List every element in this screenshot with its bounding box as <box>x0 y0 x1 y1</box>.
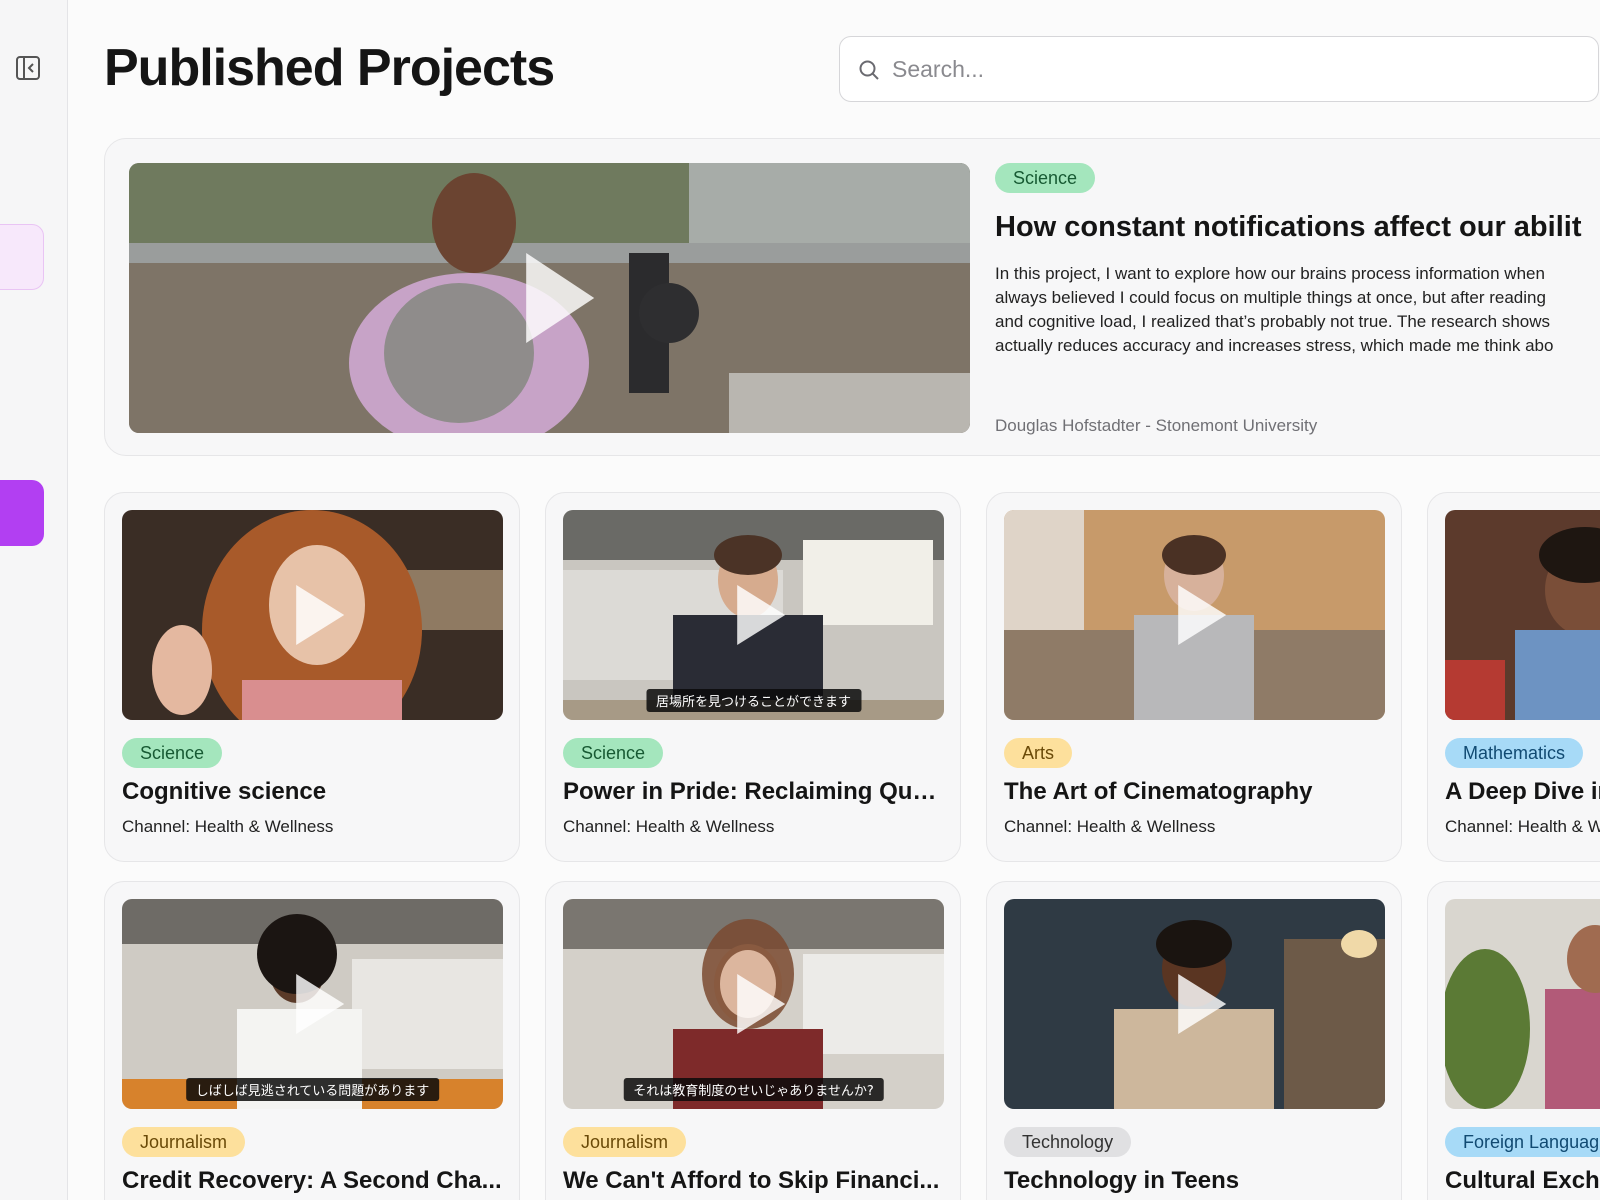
project-card[interactable]: Arts The Art of Cinematography Channel: … <box>986 492 1402 862</box>
project-card[interactable]: それは教育制度のせいじゃありませんか? Journalism We Can't … <box>545 881 961 1200</box>
video-thumbnail[interactable] <box>1445 510 1600 720</box>
project-card[interactable]: Mathematics A Deep Dive in Channel: Heal… <box>1427 492 1600 862</box>
featured-author: Douglas Hofstadter - Stonemont Universit… <box>995 416 1318 435</box>
category-badge: Science <box>995 163 1096 193</box>
play-icon[interactable] <box>736 974 785 1034</box>
search-input[interactable] <box>892 49 1572 89</box>
play-icon[interactable] <box>1177 974 1226 1034</box>
collapse-sidebar-icon[interactable] <box>14 54 42 82</box>
video-thumbnail[interactable] <box>1004 510 1385 720</box>
category-badge: Mathematics <box>1445 738 1584 768</box>
card-channel: Channel: Health & W <box>1445 817 1600 836</box>
project-card[interactable]: Technology Technology in Teens <box>986 881 1402 1200</box>
video-frame-image <box>1445 899 1600 1109</box>
play-icon[interactable] <box>295 974 344 1034</box>
card-title[interactable]: We Can't Afford to Skip Financi... <box>563 1167 944 1195</box>
card-title[interactable]: Cultural Excha <box>1445 1167 1600 1195</box>
video-thumbnail[interactable] <box>1004 899 1385 1109</box>
main-content: Published Projects Scie <box>68 0 1600 1200</box>
category-badge: Science <box>122 738 223 768</box>
play-icon[interactable] <box>1177 585 1226 645</box>
card-channel: Channel: Health & Wellness <box>1004 817 1216 836</box>
featured-description: In this project, I want to explore how o… <box>995 264 1554 355</box>
video-frame-image <box>1445 510 1600 720</box>
play-icon[interactable] <box>295 585 344 645</box>
video-thumbnail[interactable] <box>1445 899 1600 1109</box>
sidebar-nav-item-active[interactable] <box>0 480 44 546</box>
card-title[interactable]: A Deep Dive in <box>1445 778 1600 806</box>
category-badge: Science <box>563 738 664 768</box>
category-badge: Journalism <box>122 1127 246 1157</box>
featured-title[interactable]: How constant notifications affect our ab… <box>995 211 1600 244</box>
card-title[interactable]: Cognitive science <box>122 778 503 806</box>
category-badge: Arts <box>1004 738 1073 768</box>
video-thumbnail[interactable]: しばしば見逃されている問題があります <box>122 899 503 1109</box>
video-thumbnail[interactable] <box>122 510 503 720</box>
card-title[interactable]: Credit Recovery: A Second Cha... <box>122 1167 503 1195</box>
card-title[interactable]: The Art of Cinematography <box>1004 778 1385 806</box>
video-thumbnail[interactable]: それは教育制度のせいじゃありませんか? <box>563 899 944 1109</box>
category-badge: Technology <box>1004 1127 1132 1157</box>
project-card[interactable]: Science Cognitive science Channel: Healt… <box>104 492 520 862</box>
featured-info: Science How constant notifications affec… <box>995 163 1600 436</box>
play-icon[interactable] <box>525 253 594 343</box>
project-card[interactable]: 居場所を見つけることができます Science Power in Pride: … <box>545 492 961 862</box>
card-channel: Channel: Health & Wellness <box>122 817 334 836</box>
video-thumbnail[interactable]: 居場所を見つけることができます <box>563 510 944 720</box>
card-title[interactable]: Power in Pride: Reclaiming Que... <box>563 778 944 806</box>
video-caption: しばしば見逃されている問題があります <box>185 1078 440 1101</box>
video-caption: 居場所を見つけることができます <box>645 689 862 712</box>
sidebar <box>0 0 68 1200</box>
card-channel: Channel: Health & Wellness <box>563 817 775 836</box>
search-icon <box>859 60 879 80</box>
video-caption: それは教育制度のせいじゃありませんか? <box>623 1078 884 1101</box>
project-card[interactable]: しばしば見逃されている問題があります Journalism Credit Rec… <box>104 881 520 1200</box>
featured-video-thumbnail[interactable] <box>129 163 970 433</box>
sidebar-nav-item[interactable] <box>0 224 44 290</box>
category-badge: Journalism <box>563 1127 687 1157</box>
project-card[interactable]: Foreign Languag Cultural Excha <box>1427 881 1600 1200</box>
page-title: Published Projects <box>104 39 555 97</box>
category-badge: Foreign Languag <box>1445 1127 1600 1157</box>
featured-project-card[interactable]: Science How constant notifications affec… <box>104 138 1600 456</box>
play-icon[interactable] <box>736 585 785 645</box>
card-title[interactable]: Technology in Teens <box>1004 1167 1385 1195</box>
search-box[interactable] <box>839 36 1599 102</box>
